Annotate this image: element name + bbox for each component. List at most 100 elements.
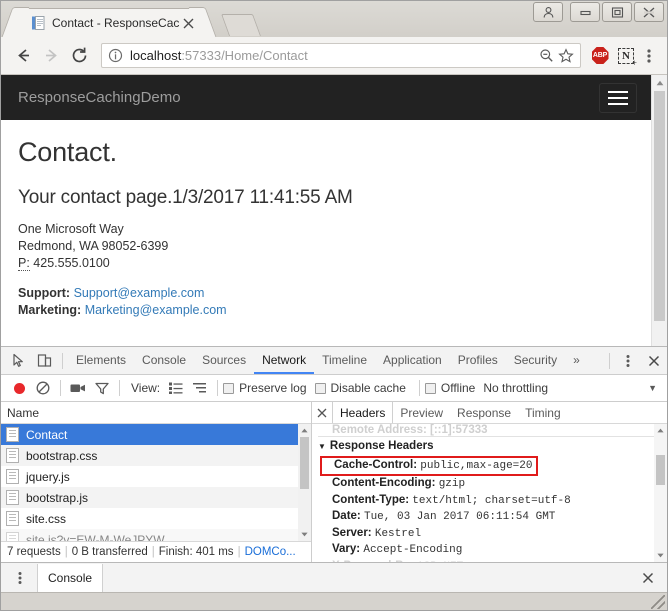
address-street: One Microsoft Way bbox=[18, 222, 124, 236]
chevron-down-icon[interactable]: ▼ bbox=[318, 442, 326, 451]
tab-elements[interactable]: Elements bbox=[68, 347, 134, 374]
scroll-down-arrow-icon[interactable] bbox=[298, 528, 311, 541]
header-key: X-Powered-By: bbox=[332, 560, 414, 563]
offline-checkbox[interactable]: Offline bbox=[424, 381, 475, 395]
tab-sources[interactable]: Sources bbox=[194, 347, 254, 374]
minimize-icon[interactable] bbox=[570, 2, 600, 22]
tab-security[interactable]: Security bbox=[506, 347, 565, 374]
tab-response[interactable]: Response bbox=[450, 402, 518, 423]
site-brand[interactable]: ResponseCachingDemo bbox=[18, 89, 181, 106]
kebab-menu-icon[interactable] bbox=[639, 43, 659, 69]
checkbox-box[interactable] bbox=[314, 382, 326, 394]
url-path: :57333/Home/Contact bbox=[181, 48, 308, 63]
page-scrollbar-thumb[interactable] bbox=[654, 91, 665, 321]
section-title: Response Headers bbox=[329, 440, 434, 452]
preserve-log-label: Preserve log bbox=[239, 381, 307, 395]
contact-address: One Microsoft Way Redmond, WA 98052-6399… bbox=[18, 221, 634, 319]
info-icon[interactable] bbox=[108, 48, 124, 64]
drawer-close-icon[interactable] bbox=[635, 566, 661, 590]
table-row[interactable]: bootstrap.js bbox=[1, 487, 311, 508]
tab-headers[interactable]: Headers bbox=[332, 402, 394, 423]
finish-time: Finish: 401 ms bbox=[158, 546, 234, 558]
network-column-header[interactable]: Name bbox=[1, 402, 311, 424]
scroll-up-arrow-icon[interactable] bbox=[651, 75, 667, 91]
network-scrollbar-thumb[interactable] bbox=[300, 437, 309, 489]
headers-scrollbar[interactable] bbox=[654, 424, 667, 562]
tab-application[interactable]: Application bbox=[375, 347, 450, 374]
tab-close-icon[interactable] bbox=[180, 15, 196, 31]
window-status-bar bbox=[1, 592, 667, 610]
maximize-icon[interactable] bbox=[602, 2, 632, 22]
support-email-link[interactable]: Support@example.com bbox=[74, 286, 205, 300]
record-icon[interactable] bbox=[7, 377, 31, 399]
star-icon[interactable] bbox=[556, 46, 576, 66]
page-subtitle: Your contact page.1/3/2017 11:41:55 AM bbox=[18, 187, 353, 208]
tab-timeline[interactable]: Timeline bbox=[314, 347, 375, 374]
table-row[interactable]: Contact bbox=[1, 424, 311, 445]
details-tabbar: Headers Preview Response Timing bbox=[312, 402, 667, 424]
table-row[interactable]: site.css bbox=[1, 508, 311, 529]
marketing-email-link[interactable]: Marketing@example.com bbox=[85, 303, 227, 317]
browser-tab-contact[interactable]: Contact - ResponseCachi bbox=[15, 8, 203, 37]
network-status-bar: 7 requests | 0 B transferred | Finish: 4… bbox=[1, 541, 311, 562]
table-row[interactable]: bootstrap.css bbox=[1, 445, 311, 466]
table-row[interactable]: jquery.js bbox=[1, 466, 311, 487]
address-bar[interactable]: localhost:57333/Home/Contact bbox=[101, 43, 581, 68]
page-scrollbar[interactable] bbox=[651, 75, 667, 346]
reload-icon[interactable] bbox=[65, 42, 93, 70]
new-tab-button[interactable] bbox=[220, 14, 262, 36]
browser-tab-title: Contact - ResponseCachi bbox=[52, 16, 180, 30]
filter-icon[interactable] bbox=[90, 377, 114, 399]
onenote-extension-icon[interactable]: N bbox=[613, 42, 639, 70]
tab-console[interactable]: Console bbox=[134, 347, 194, 374]
response-headers-section[interactable]: ▼ Response Headers bbox=[318, 437, 667, 454]
waterfall-view-icon[interactable] bbox=[188, 377, 212, 399]
header-key: Cache-Control: bbox=[334, 459, 418, 471]
checkbox-box[interactable] bbox=[223, 382, 235, 394]
preserve-log-checkbox[interactable]: Preserve log bbox=[223, 381, 307, 395]
header-server: Server: Kestrel bbox=[318, 526, 667, 543]
throttling-select[interactable]: No throttling bbox=[483, 381, 648, 395]
chevron-down-icon[interactable]: ▼ bbox=[648, 383, 657, 393]
request-name: bootstrap.css bbox=[26, 448, 98, 463]
inspect-element-icon[interactable] bbox=[5, 349, 31, 373]
hamburger-menu-icon[interactable] bbox=[599, 82, 637, 113]
drawer-kebab-menu-icon[interactable] bbox=[7, 566, 33, 590]
window-controls bbox=[533, 2, 664, 22]
list-view-icon[interactable] bbox=[164, 377, 188, 399]
status-separator: | bbox=[151, 546, 155, 558]
close-icon[interactable] bbox=[634, 2, 664, 22]
device-toolbar-icon[interactable] bbox=[31, 349, 57, 373]
tab-strip: Contact - ResponseCachi bbox=[1, 7, 262, 37]
disable-cache-checkbox[interactable]: Disable cache bbox=[314, 381, 406, 395]
tab-profiles[interactable]: Profiles bbox=[450, 347, 506, 374]
camera-icon[interactable] bbox=[66, 377, 90, 399]
tab-preview[interactable]: Preview bbox=[393, 402, 450, 423]
zoom-out-icon[interactable] bbox=[536, 46, 556, 66]
tab-timing[interactable]: Timing bbox=[518, 402, 568, 423]
header-key: Server: bbox=[332, 526, 372, 539]
profile-icon[interactable] bbox=[533, 2, 563, 22]
adblock-plus-extension-icon[interactable]: ABP bbox=[587, 42, 613, 70]
tab-overflow-icon[interactable]: » bbox=[565, 347, 588, 374]
network-list-scrollbar[interactable] bbox=[298, 424, 311, 541]
scroll-down-arrow-icon[interactable] bbox=[654, 549, 667, 562]
checkbox-box[interactable] bbox=[424, 382, 436, 394]
drawer-tab-console[interactable]: Console bbox=[37, 563, 104, 592]
resize-grip[interactable] bbox=[651, 595, 665, 609]
tab-network[interactable]: Network bbox=[254, 347, 315, 374]
marketing-label: Marketing: bbox=[18, 303, 82, 317]
scroll-up-arrow-icon[interactable] bbox=[298, 424, 311, 437]
scroll-up-arrow-icon[interactable] bbox=[654, 424, 667, 437]
devtools-kebab-menu-icon[interactable] bbox=[615, 349, 641, 373]
site-navbar: ResponseCachingDemo bbox=[1, 75, 651, 120]
document-icon bbox=[6, 427, 19, 442]
table-row[interactable]: site.js?v=EW-M-WeJPYW... bbox=[1, 529, 311, 541]
devtools-close-icon[interactable] bbox=[641, 349, 667, 373]
back-arrow-icon[interactable] bbox=[9, 42, 37, 70]
clear-icon[interactable] bbox=[31, 377, 55, 399]
view-label: View: bbox=[131, 381, 161, 395]
headers-scrollbar-thumb[interactable] bbox=[656, 455, 665, 485]
details-close-icon[interactable] bbox=[312, 408, 332, 418]
address-city-state-zip: Redmond, WA 98052-6399 bbox=[18, 239, 169, 253]
